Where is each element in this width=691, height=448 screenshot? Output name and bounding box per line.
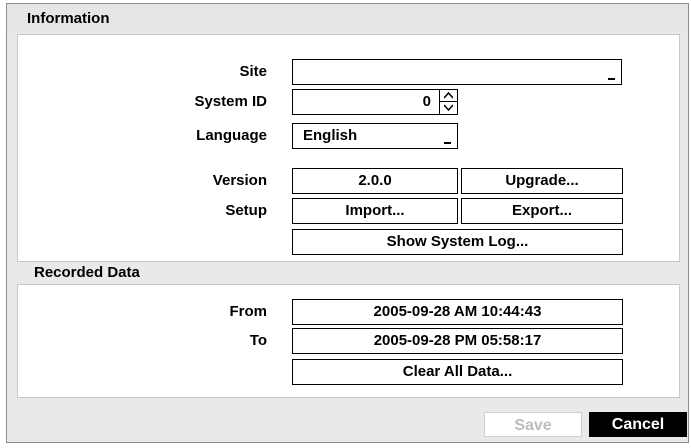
export-button[interactable]: Export... — [461, 198, 623, 224]
site-input[interactable] — [292, 59, 622, 85]
version-label: Version — [212, 172, 267, 189]
from-value: 2005-09-28 AM 10:44:43 — [292, 299, 623, 325]
clear-all-data-button[interactable]: Clear All Data... — [292, 359, 623, 385]
information-dialog: Information Site System ID 0 Language En… — [6, 3, 689, 443]
spin-control[interactable] — [439, 89, 457, 115]
upgrade-button[interactable]: Upgrade... — [461, 168, 623, 194]
import-button[interactable]: Import... — [292, 198, 458, 224]
show-system-log-button[interactable]: Show System Log... — [292, 229, 623, 255]
to-value: 2005-09-28 PM 05:58:17 — [292, 328, 623, 354]
language-dropdown[interactable]: English — [292, 123, 458, 149]
from-label: From — [229, 303, 268, 320]
dropdown-indicator-icon — [444, 142, 451, 144]
system-id-value: 0 — [422, 93, 431, 110]
to-label: To — [249, 332, 267, 349]
system-id-label: System ID — [194, 93, 267, 110]
language-value: English — [303, 127, 358, 144]
spin-up-button[interactable] — [440, 89, 457, 102]
arrow-up-icon — [444, 92, 453, 99]
dialog-titlebar: Information — [7, 4, 688, 32]
system-id-spinbox[interactable]: 0 — [292, 89, 458, 115]
recorded-data-title: Recorded Data — [34, 264, 140, 281]
arrow-down-icon — [444, 104, 453, 111]
dialog-title: Information — [27, 10, 110, 27]
cancel-button[interactable]: Cancel — [589, 412, 687, 437]
setup-label: Setup — [225, 202, 267, 219]
spin-down-button[interactable] — [440, 102, 457, 114]
version-value: 2.0.0 — [292, 168, 458, 194]
save-button[interactable]: Save — [484, 412, 582, 437]
site-label: Site — [239, 63, 267, 80]
text-cursor-icon — [608, 78, 615, 80]
language-label: Language — [196, 127, 267, 144]
